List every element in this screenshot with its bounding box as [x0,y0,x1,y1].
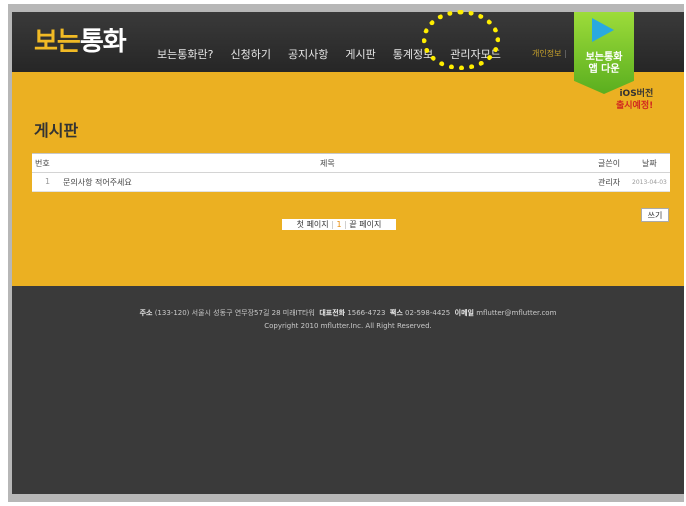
board-table: 번호 제목 글쓴이 날짜 1 문의사항 적어주세요 관리자 2013-04-03 [32,153,670,192]
banner-line2: 앱 다운 [588,64,620,75]
logo-part1: 보는 [34,27,81,57]
row-date: 2013-04-03 [632,179,667,186]
fax-value: 02-598-4425 [405,309,451,317]
tel-value: 1566-4723 [347,309,386,317]
board-header-row: 번호 제목 글쓴이 날짜 [32,153,670,173]
row-title[interactable]: 문의사항 적어주세요 [63,177,132,188]
fax-label: 팩스 [389,309,403,317]
header-num: 번호 [35,159,50,168]
email-label: 이메일 [454,309,474,317]
ios-notice-line2: 출시예정! [616,101,654,111]
app-download-banner[interactable]: 보는통화 앱 다운 [574,12,634,94]
write-button[interactable]: 쓰기 [641,208,669,222]
admin-mode-highlight-circle [422,10,500,70]
table-row[interactable]: 1 문의사항 적어주세요 관리자 2013-04-03 [32,173,670,192]
play-store-icon [592,18,614,42]
header-author: 글쓴이 [598,159,621,168]
ios-notice-line1: iOS버전 [619,89,654,99]
pager-sep: | [344,220,347,229]
row-num: 1 [45,177,51,186]
footer-copyright: Copyright 2010 mflutter.Inc. All Right R… [264,322,432,330]
pagination: 첫 페이지 | 1 | 끝 페이지 [282,219,396,230]
nav-notice[interactable]: 공지사항 [288,46,328,62]
first-page-link[interactable]: 첫 페이지 [297,220,329,229]
logo-part2: 통화 [79,27,127,57]
nav-board[interactable]: 게시판 [345,46,375,62]
addr-label: 주소 [139,309,153,317]
footer-contact: 주소 (133-120) 서울시 성동구 연무장57길 28 미래IT타워 대표… [12,308,684,318]
page-title: 게시판 [34,121,79,140]
util-separator: | [564,49,567,58]
pager-sep: | [331,220,334,229]
email-value: mflutter@mflutter.com [476,309,557,317]
last-page-link[interactable]: 끝 페이지 [349,220,381,229]
ios-notice: iOS버전 출시예정! [616,88,653,112]
row-author: 관리자 [598,178,621,187]
current-page[interactable]: 1 [336,220,341,229]
tel-label: 대표전화 [319,309,346,317]
header-date: 날짜 [642,159,657,168]
nav-apply[interactable]: 신청하기 [230,46,270,62]
addr-value: (133-120) 서울시 성동구 연무장57길 28 미래IT타워 [154,309,315,317]
header-title: 제목 [320,159,335,168]
logo[interactable]: 보는통화 [34,26,127,58]
banner-line1: 보는통화 [585,52,623,63]
nav-about[interactable]: 보는통화란? [157,46,213,62]
util-links: 개인정보 | [532,48,567,59]
app-download-text: 보는통화 앱 다운 [574,52,634,76]
footer: 주소 (133-120) 서울시 성동구 연무장57길 28 미래IT타워 대표… [12,286,684,494]
privacy-link[interactable]: 개인정보 [532,49,561,58]
